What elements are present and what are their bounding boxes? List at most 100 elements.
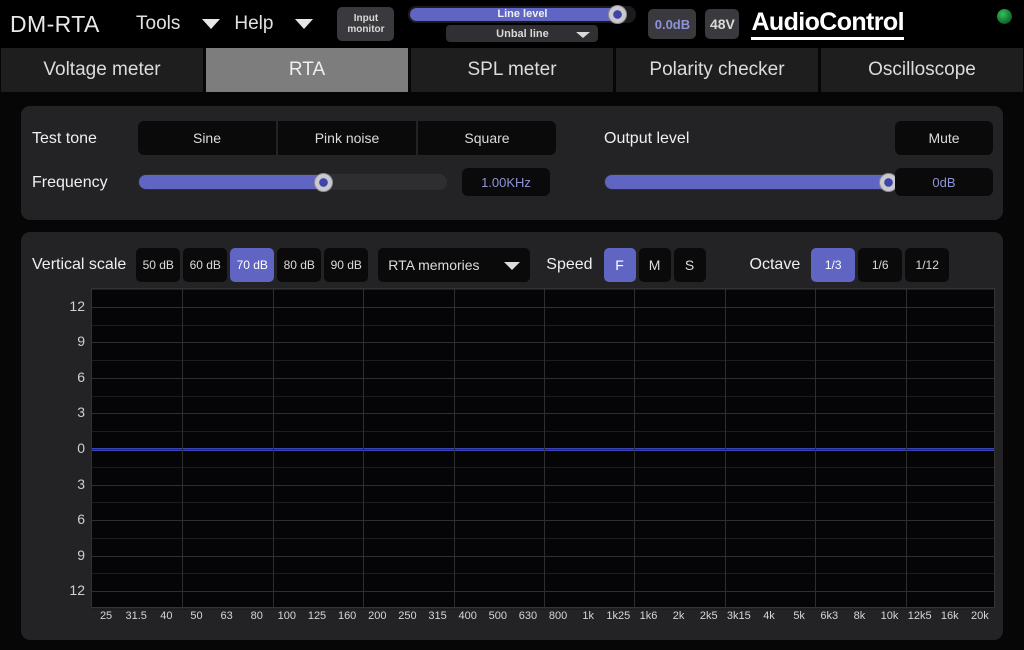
gridline-vertical — [634, 289, 636, 607]
x-axis-tick-label: 100 — [277, 610, 297, 622]
chevron-down-icon-help[interactable] — [295, 19, 314, 29]
y-axis-tick-label: 12 — [69, 582, 85, 599]
gridline-horizontal-minor — [92, 573, 994, 575]
scale-50db-button[interactable]: 50 dB — [136, 248, 181, 282]
tab-polarity-checker[interactable]: Polarity checker — [616, 48, 818, 92]
rta-memories-value: RTA memories — [388, 257, 480, 273]
gridline-horizontal — [92, 377, 994, 379]
speed-fast-button[interactable]: F — [603, 248, 636, 282]
speed-medium-button[interactable]: M — [638, 248, 671, 282]
x-axis-tick-label: 4k — [763, 610, 775, 622]
octave-third-button[interactable]: 1/3 — [811, 248, 856, 282]
x-axis-tick-label: 63 — [220, 610, 233, 622]
x-axis-tick-label: 1k6 — [639, 610, 658, 622]
x-axis-tick-label: 10k — [880, 610, 899, 622]
x-axis-tick-label: 160 — [337, 610, 357, 622]
scale-80db-button[interactable]: 80 dB — [277, 248, 322, 282]
x-axis-tick-label: 40 — [160, 610, 173, 622]
tab-spl-meter[interactable]: SPL meter — [411, 48, 613, 92]
rta-graph: 12 9 6 3 0 3 6 9 12 25 31.5 40 50 63 80 100 125 160 200 25… — [29, 288, 995, 632]
waveform-pink-noise-button[interactable]: Pink noise — [278, 121, 416, 155]
gridline-vertical — [272, 289, 274, 607]
x-axis-tick-label: 1k25 — [606, 610, 631, 622]
gridline-vertical — [724, 289, 726, 607]
input-monitor-line1: Input — [353, 13, 379, 24]
y-axis: 12 9 6 3 0 3 6 9 12 — [29, 288, 91, 608]
x-axis-tick-label: 20k — [971, 610, 989, 622]
gridline-horizontal — [92, 520, 994, 522]
y-axis-tick-label: 9 — [77, 333, 85, 350]
phantom-power-button[interactable]: 48V — [705, 9, 740, 39]
gridline-horizontal — [92, 342, 994, 344]
x-axis-tick-label: 315 — [428, 610, 447, 622]
gridline-horizontal — [92, 413, 994, 415]
gain-readout: 0.0dB — [648, 9, 697, 39]
gridline-horizontal — [92, 484, 994, 486]
y-axis-tick-label: 12 — [69, 297, 85, 314]
frequency-value-readout[interactable]: 1.00KHz — [462, 168, 550, 196]
x-axis-tick-label: 31.5 — [125, 610, 147, 622]
output-level-slider-fill — [605, 175, 889, 189]
scale-60db-button[interactable]: 60 dB — [183, 248, 228, 282]
tab-voltage-meter[interactable]: Voltage meter — [1, 48, 203, 92]
x-axis-tick-label: 400 — [458, 610, 477, 622]
x-axis-tick-label: 6k3 — [820, 610, 839, 622]
gridline-horizontal-minor — [92, 502, 994, 504]
x-axis-tick-label: 8k — [853, 610, 866, 622]
y-axis-tick-label: 3 — [77, 404, 85, 421]
x-axis-tick-label: 12k5 — [907, 610, 932, 622]
frequency-slider-fill — [139, 175, 324, 189]
input-monitor-button[interactable]: Input monitor — [337, 7, 395, 41]
x-axis: 25 31.5 40 50 63 80 100 125 160 200 250 315 400 500 63… — [91, 610, 995, 632]
test-tone-label: Test tone — [32, 130, 97, 147]
x-axis-tick-label: 200 — [368, 610, 387, 622]
frequency-slider-knob[interactable] — [314, 173, 334, 192]
y-axis-tick-label: 9 — [77, 546, 85, 563]
tab-oscilloscope[interactable]: Oscilloscope — [821, 48, 1023, 92]
x-axis-tick-label: 50 — [190, 610, 203, 622]
rta-memories-select[interactable]: RTA memories — [378, 248, 531, 282]
gridline-horizontal-minor — [92, 360, 994, 362]
gridline-horizontal-minor — [92, 466, 994, 468]
frequency-label: Frequency — [32, 174, 108, 191]
x-axis-tick-label: 1k — [582, 610, 594, 622]
gridline-vertical — [905, 289, 907, 607]
tab-rta[interactable]: RTA — [206, 48, 408, 92]
input-type-select[interactable]: Unbal line — [446, 25, 599, 42]
speed-slow-button[interactable]: S — [673, 248, 706, 282]
octave-sixth-button[interactable]: 1/6 — [858, 248, 903, 282]
menu-tools[interactable]: Tools — [136, 13, 180, 35]
scale-70db-button[interactable]: 70 dB — [230, 248, 275, 282]
input-type-value: Unbal line — [496, 27, 549, 40]
output-level-slider[interactable] — [604, 173, 899, 192]
gridline-horizontal — [92, 449, 994, 450]
output-level-readout[interactable]: 0dB — [895, 168, 993, 196]
line-level-label: Line level — [497, 8, 548, 20]
mute-button[interactable]: Mute — [895, 121, 993, 155]
line-level-slider[interactable]: Line level — [408, 5, 637, 24]
chevron-down-icon-tools[interactable] — [202, 19, 221, 29]
x-axis-tick-label: 500 — [488, 610, 507, 622]
octave-label: Octave — [749, 256, 801, 273]
gridline-horizontal — [92, 555, 994, 557]
x-axis-tick-label: 25 — [99, 610, 113, 622]
x-axis-tick-label: 80 — [250, 610, 263, 622]
octave-twelfth-button[interactable]: 1/12 — [905, 248, 950, 282]
input-monitor-line2: monitor — [347, 24, 385, 35]
gridline-vertical — [815, 289, 817, 607]
gridline-horizontal-minor — [92, 324, 994, 326]
gridline-horizontal-minor — [92, 537, 994, 539]
frequency-slider[interactable] — [138, 173, 447, 192]
scale-90db-button[interactable]: 90 dB — [324, 248, 369, 282]
app-header: DM-RTA Tools Help Input monitor Line lev… — [0, 0, 1024, 48]
menu-help[interactable]: Help — [234, 13, 273, 35]
waveform-sine-button[interactable]: Sine — [138, 121, 276, 155]
main-tabbar: Voltage meter RTA SPL meter Polarity che… — [0, 48, 1024, 94]
waveform-square-button[interactable]: Square — [418, 121, 556, 155]
x-axis-tick-label: 125 — [307, 610, 327, 622]
y-axis-tick-label: 0 — [77, 440, 85, 456]
test-tone-panel: Test tone Sine Pink noise Square Frequen… — [21, 106, 1003, 220]
chevron-down-icon-input-type — [576, 32, 591, 38]
rta-control-row: Vertical scale 50 dB 60 dB 70 dB 80 dB 9… — [21, 242, 1003, 288]
spectrum-plot-area[interactable] — [91, 288, 995, 610]
